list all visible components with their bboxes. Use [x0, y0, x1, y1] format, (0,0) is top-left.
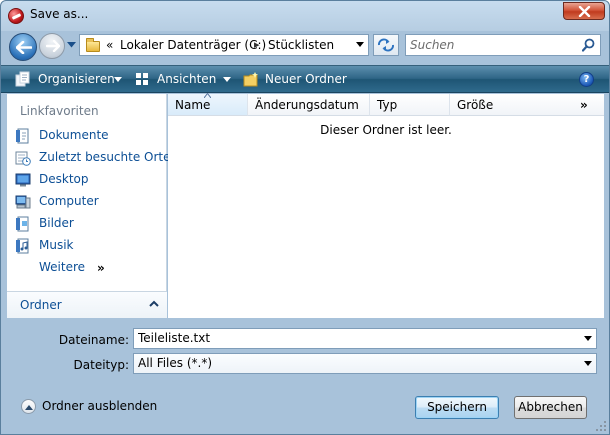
chevron-down-icon — [114, 77, 122, 82]
arrow-left-icon — [16, 41, 32, 54]
column-label: Typ — [377, 98, 398, 112]
chevron-down-icon — [223, 77, 231, 82]
sidebar-item-desktop[interactable]: Desktop — [13, 170, 163, 190]
sidebar-item-music[interactable]: Musik — [13, 236, 163, 256]
chevron-down-icon[interactable] — [584, 336, 592, 341]
refresh-icon — [378, 38, 394, 52]
sidebar-item-label: Dokumente — [39, 128, 109, 142]
refresh-button[interactable] — [373, 34, 399, 56]
breadcrumb-drive[interactable]: Lokaler Datenträger (C:) — [120, 38, 266, 52]
column-header-size[interactable]: Größe » — [450, 94, 604, 116]
column-header-type[interactable]: Typ — [370, 94, 450, 116]
window-title: Save as... — [30, 7, 89, 21]
new-folder-button[interactable]: Neuer Ordner — [243, 71, 347, 89]
more-columns-chevron[interactable]: » — [580, 98, 588, 112]
sidebar-item-label: Musik — [39, 238, 74, 252]
filetype-label: Dateityp: — [73, 358, 129, 372]
more-label: Weitere — [39, 260, 86, 274]
back-button[interactable] — [9, 33, 37, 61]
sidebar-item-documents[interactable]: Dokumente — [13, 126, 163, 146]
chevron-down-icon[interactable] — [356, 42, 364, 47]
recent-pages-dropdown[interactable] — [67, 42, 76, 48]
filetype-select[interactable]: All Files (*.*) — [133, 353, 597, 374]
pictures-icon — [16, 216, 29, 232]
computer-icon — [15, 195, 31, 209]
breadcrumb-separator[interactable]: ▸ — [254, 38, 260, 51]
cancel-button[interactable]: Abbrechen — [514, 396, 587, 419]
title-bar: Save as... — [1, 1, 609, 29]
views-label: Ansichten — [157, 72, 217, 86]
double-chevron-right-icon: » — [97, 261, 105, 275]
search-box[interactable] — [405, 34, 601, 56]
resize-grip-icon[interactable] — [596, 421, 607, 432]
navigation-pane: Linkfavoriten Dokumente Zuletzt besuchte… — [7, 94, 171, 318]
arrow-right-icon — [46, 40, 60, 52]
music-icon — [16, 238, 29, 254]
documents-icon — [16, 128, 29, 144]
new-folder-label: Neuer Ordner — [265, 72, 347, 86]
column-label: Name — [175, 98, 211, 112]
close-button[interactable] — [563, 2, 605, 20]
column-label: Änderungsdatum — [255, 98, 359, 112]
file-list: Name Änderungsdatum Typ Größe » Dieser O… — [168, 93, 604, 318]
new-folder-icon — [243, 72, 258, 87]
chevron-down-icon — [584, 361, 592, 366]
forward-button[interactable] — [39, 33, 65, 59]
help-icon[interactable]: ? — [579, 72, 594, 87]
folders-label: Ordner — [20, 298, 62, 312]
sidebar-item-label: Desktop — [39, 172, 89, 186]
folder-icon — [86, 38, 100, 52]
hide-folders-label: Ordner ausblenden — [42, 399, 158, 413]
breadcrumb-overflow-chevron[interactable]: « — [106, 38, 113, 52]
search-input[interactable] — [410, 37, 580, 53]
empty-folder-message: Dieser Ordner ist leer. — [320, 123, 452, 137]
breadcrumb-current-folder[interactable]: Stücklisten — [268, 38, 334, 52]
organize-icon — [15, 71, 30, 87]
filetype-value: All Files (*.*) — [138, 356, 213, 370]
sidebar-item-label: Computer — [39, 194, 99, 208]
column-label: Größe — [457, 98, 494, 112]
views-menu[interactable]: Ansichten — [135, 71, 233, 89]
filename-label: Dateiname: — [58, 333, 129, 347]
column-header-name[interactable]: Name — [168, 93, 248, 116]
sidebar-item-label: Zuletzt besuchte Orte — [39, 150, 171, 164]
favorites-heading: Linkfavoriten — [20, 104, 99, 118]
views-icon — [136, 73, 148, 85]
column-header-modified[interactable]: Änderungsdatum — [248, 94, 370, 116]
sidebar-item-computer[interactable]: Computer — [13, 192, 163, 212]
organize-label: Organisieren — [38, 72, 115, 86]
command-toolbar: Organisieren Ansichten Neuer Ordner ? — [1, 65, 609, 93]
app-icon — [8, 8, 24, 24]
address-bar[interactable]: « Lokaler Datenträger (C:) ▸ Stücklisten — [79, 34, 369, 56]
search-icon[interactable] — [582, 38, 595, 52]
sidebar-item-recent-places[interactable]: Zuletzt besuchte Orte — [13, 148, 171, 168]
folders-toggle[interactable]: Ordner — [7, 291, 167, 318]
sidebar-item-pictures[interactable]: Bilder — [13, 214, 163, 234]
address-row: « Lokaler Datenträger (C:) ▸ Stücklisten — [1, 29, 609, 63]
desktop-icon — [15, 173, 31, 187]
chevron-up-circle-icon — [21, 399, 36, 414]
filename-combobox[interactable] — [133, 328, 597, 349]
organize-menu[interactable]: Organisieren — [15, 71, 123, 89]
save-button[interactable]: Speichern — [415, 396, 499, 419]
sidebar-item-more[interactable]: Weitere » — [13, 258, 163, 278]
recent-places-icon — [15, 151, 31, 166]
chevron-up-icon — [149, 300, 159, 307]
close-icon — [578, 6, 591, 17]
save-as-dialog: Save as... « Lokaler Datenträger (C:) ▸ — [0, 0, 610, 435]
sort-ascending-icon — [204, 93, 211, 98]
filename-input[interactable] — [138, 331, 578, 345]
sidebar-item-label: Bilder — [39, 216, 74, 230]
